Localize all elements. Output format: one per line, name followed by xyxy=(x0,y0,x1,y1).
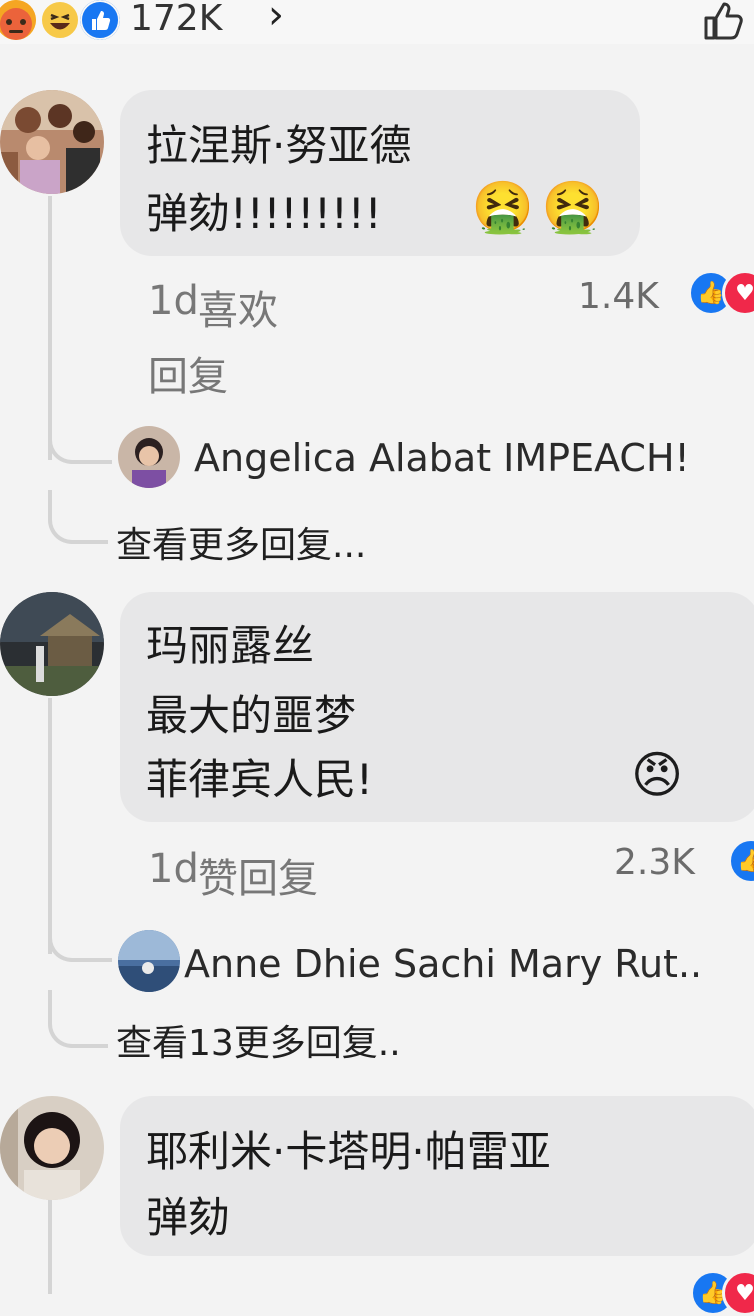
thread-connector xyxy=(48,420,112,464)
comment-text: 弹劾!!!!!!!!! xyxy=(146,189,382,238)
reactions-summary-bar[interactable]: 172K › xyxy=(0,0,754,44)
comment-bubble[interactable]: 拉涅斯·努亚德 弹劾!!!!!!!!! 🤮 🤮 xyxy=(120,90,640,256)
avatar[interactable] xyxy=(0,592,104,696)
angry-icon xyxy=(0,0,36,40)
angry-face-icon: 😠 xyxy=(630,746,684,804)
like-icon xyxy=(80,0,120,40)
reply-button[interactable]: 回复 xyxy=(148,344,228,402)
like-reply-actions[interactable]: 赞回复 xyxy=(198,846,318,904)
reply-preview[interactable]: Angelica Alabat IMPEACH! xyxy=(194,436,690,480)
reply-preview[interactable]: Anne Dhie Sachi Mary Rut.. xyxy=(184,942,702,986)
reaction-count: 172K xyxy=(130,0,223,39)
comment-author[interactable]: 耶利米·卡塔明·帕雷亚 xyxy=(146,1122,551,1182)
avatar[interactable] xyxy=(0,90,104,194)
thread-connector xyxy=(48,990,108,1048)
avatar[interactable] xyxy=(118,930,180,992)
chevron-right-icon[interactable]: › xyxy=(268,0,284,38)
avatar[interactable] xyxy=(118,426,180,488)
thread-connector xyxy=(48,490,108,544)
comment-author[interactable]: 玛丽露丝 xyxy=(146,616,314,676)
comment-bubble[interactable]: 玛丽露丝 最大的噩梦 菲律宾人民! 😠 xyxy=(120,592,754,822)
comment-author[interactable]: 拉涅斯·努亚德 xyxy=(146,116,411,176)
like-comment-button[interactable]: 喜欢 xyxy=(198,278,278,336)
comment-time: 1d xyxy=(148,846,199,892)
like-button-icon[interactable] xyxy=(700,0,748,44)
comment-text: 菲律宾人民! xyxy=(146,755,373,804)
nauseated-face-icon: 🤮 xyxy=(541,178,605,236)
comment-bubble[interactable]: 耶利米·卡塔明·帕雷亚 弹劾 xyxy=(120,1096,754,1256)
haha-icon xyxy=(40,0,80,40)
like-icon: 👍 xyxy=(728,838,754,884)
comment-reaction-count[interactable]: 1.4K xyxy=(578,276,659,317)
comment-text: 最大的噩梦 xyxy=(146,691,357,740)
nauseated-face-icon: 🤮 xyxy=(471,178,535,236)
comment-reaction-count[interactable]: 2.3K xyxy=(614,842,695,883)
avatar[interactable] xyxy=(0,1096,104,1200)
view-more-replies-link[interactable]: 查看13更多回复.. xyxy=(116,1014,401,1066)
comment-text: 弹劾 xyxy=(146,1193,231,1242)
view-more-replies-link[interactable]: 查看更多回复... xyxy=(116,516,366,568)
thread-connector xyxy=(48,914,112,962)
comment-time: 1d xyxy=(148,278,199,324)
thread-line xyxy=(48,1200,52,1294)
